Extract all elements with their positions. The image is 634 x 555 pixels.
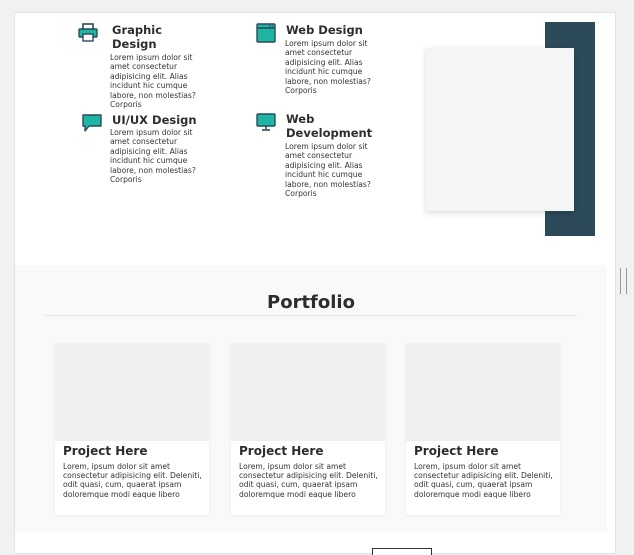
project-image [231,343,385,441]
service-description: Lorem ipsum dolor sit amet consectetur a… [110,128,196,185]
project-description: Lorem, ipsum dolor sit amet consectetur … [239,462,378,499]
chat-bubble-icon [82,114,102,132]
project-card[interactable]: Project Here Lorem, ipsum dolor sit amet… [406,343,560,515]
project-title: Project Here [63,444,148,458]
project-card[interactable]: Project Here Lorem, ipsum dolor sit amet… [55,343,209,515]
service-title: Web Development [286,112,373,140]
portfolio-section: Portfolio Project Here Lorem, ipsum dolo… [15,265,607,531]
service-description: Lorem ipsum dolor sit amet consectetur a… [285,142,371,199]
printer-icon [78,23,98,42]
monitor-icon [256,113,276,131]
project-description: Lorem, ipsum dolor sit amet consectetur … [414,462,553,499]
project-description: Lorem, ipsum dolor sit amet consectetur … [63,462,202,499]
scrollbar-handle[interactable] [620,268,627,294]
divider [45,315,577,316]
project-image [406,343,560,441]
page-container: Graphic Design Lorem ipsum dolor sit ame… [14,12,616,554]
service-title: UI/UX Design [112,113,197,127]
project-title: Project Here [414,444,499,458]
project-title: Project Here [239,444,324,458]
service-title: Web Design [286,23,363,37]
browser-window-icon [256,23,276,43]
portfolio-heading: Portfolio [267,292,355,313]
service-description: Lorem ipsum dolor sit amet consectetur a… [110,53,196,110]
project-image [55,343,209,441]
service-title: Graphic Design [112,23,163,51]
decorative-image-card [426,48,574,211]
project-card[interactable]: Project Here Lorem, ipsum dolor sit amet… [231,343,385,515]
service-description: Lorem ipsum dolor sit amet consectetur a… [285,39,371,96]
